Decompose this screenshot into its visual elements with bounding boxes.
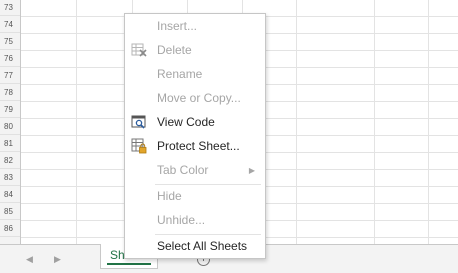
menu-item-label: View Code [157, 115, 215, 129]
menu-item-rename[interactable]: Rename [125, 63, 265, 86]
menu-item-select-all-sheets[interactable]: Select All Sheets [125, 235, 265, 258]
row-header[interactable]: 77 [0, 68, 20, 84]
active-tab-indicator [107, 263, 151, 265]
menu-item-label: Unhide... [157, 213, 206, 227]
row-header[interactable]: 79 [0, 102, 20, 118]
gridline [374, 0, 375, 244]
menu-item-label: Move or Copy... [157, 91, 241, 105]
menu-item-label: Delete [157, 43, 192, 57]
view-code-icon [131, 114, 147, 130]
submenu-arrow-icon: ▶ [248, 166, 255, 175]
menu-item-protect-sheet[interactable]: Protect Sheet... [125, 135, 265, 158]
menu-item-view-code[interactable]: View Code [125, 111, 265, 134]
sheet-context-menu: Insert... Delete Rename Move or Copy... [124, 13, 266, 259]
menu-item-tab-color[interactable]: Tab Color ▶ [125, 159, 265, 182]
menu-item-label: Hide [157, 189, 182, 203]
menu-item-move-or-copy[interactable]: Move or Copy... [125, 87, 265, 110]
row-header[interactable]: 78 [0, 85, 20, 101]
gridline [76, 0, 77, 244]
scroll-tabs-right-icon[interactable]: ▶ [54, 253, 61, 265]
row-header[interactable]: 82 [0, 153, 20, 169]
row-header[interactable]: 85 [0, 204, 20, 220]
row-header[interactable]: 86 [0, 221, 20, 237]
row-header[interactable]: 81 [0, 136, 20, 152]
row-header[interactable]: 73 [0, 0, 20, 16]
menu-item-insert[interactable]: Insert... [125, 15, 265, 38]
menu-item-label: Insert... [157, 19, 198, 33]
protect-sheet-icon [131, 138, 147, 154]
row-header[interactable]: 76 [0, 51, 20, 67]
row-header[interactable]: 83 [0, 170, 20, 186]
row-header[interactable]: 84 [0, 187, 20, 203]
menu-item-unhide[interactable]: Unhide... [125, 209, 265, 232]
menu-item-label: Select All Sheets [157, 239, 248, 253]
menu-item-label: Protect Sheet... [157, 139, 240, 153]
row-headers: 73 74 75 76 77 78 79 80 81 82 83 84 85 8… [0, 0, 21, 244]
gridline [296, 0, 297, 244]
gridline [428, 0, 429, 244]
row-header[interactable]: 75 [0, 34, 20, 50]
menu-item-label: Rename [157, 67, 203, 81]
menu-item-delete[interactable]: Delete [125, 39, 265, 62]
row-header[interactable]: 74 [0, 17, 20, 33]
menu-item-hide[interactable]: Hide [125, 185, 265, 208]
menu-item-label: Tab Color [157, 163, 209, 177]
row-header[interactable]: 80 [0, 119, 20, 135]
delete-sheet-icon [131, 42, 147, 58]
scroll-tabs-left-icon[interactable]: ◀ [26, 253, 33, 265]
